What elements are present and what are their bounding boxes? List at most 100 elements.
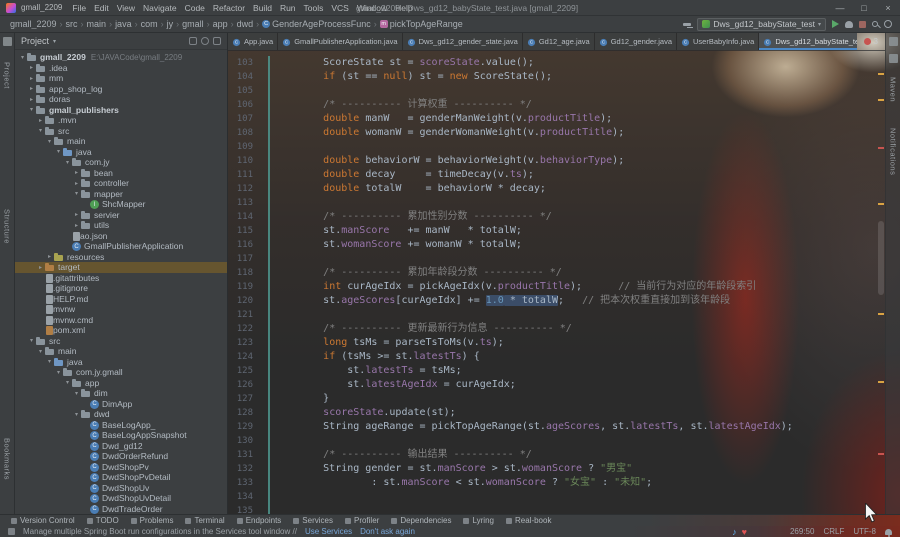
line-number[interactable]: 108	[228, 126, 262, 140]
code-line[interactable]: 114 /* ---------- 累加性别分数 ---------- */	[228, 210, 885, 224]
breadcrumb-item-gmall-2209[interactable]: gmall_2209	[8, 19, 59, 29]
line-number[interactable]: 123	[228, 336, 262, 350]
warning-stripe-mark[interactable]	[878, 73, 884, 75]
code-editor[interactable]: 103 ScoreState st = scoreState.value();1…	[228, 51, 885, 514]
tab-gd12-gender-java[interactable]: Gd12_gender.java	[595, 33, 677, 50]
warning-stripe-mark[interactable]	[878, 381, 884, 383]
code-line[interactable]: 107 double manW = genderManWeight(v.prod…	[228, 112, 885, 126]
tree-item-baselogappsnapshot[interactable]: BaseLogAppSnapshot	[15, 430, 227, 441]
tab-gd12-age-java[interactable]: Gd12_age.java	[523, 33, 595, 50]
locate-icon[interactable]	[189, 37, 197, 45]
line-number[interactable]: 121	[228, 308, 262, 322]
line-number[interactable]: 133	[228, 476, 262, 490]
toolwindow-real-book[interactable]: Real-book	[501, 516, 556, 525]
tree-item-dwd[interactable]: ▾dwd	[15, 409, 227, 420]
tree-item-mapper[interactable]: ▾mapper	[15, 189, 227, 200]
breadcrumb-item-jy[interactable]: jy	[165, 19, 176, 29]
code-line[interactable]: 128 scoreState.update(st);	[228, 406, 885, 420]
line-number[interactable]: 119	[228, 280, 262, 294]
tree-item-main[interactable]: ▾main	[15, 136, 227, 147]
code-line[interactable]: 105	[228, 84, 885, 98]
debug-button[interactable]	[845, 21, 853, 28]
scrollbar-thumb[interactable]	[878, 221, 884, 295]
code-line[interactable]: 133 : st.manScore < st.womanScore ? "女宝"…	[228, 476, 885, 490]
breadcrumb-item-main[interactable]: main	[85, 19, 109, 29]
tree-item-controller[interactable]: ▸controller	[15, 178, 227, 189]
tree-item-doras[interactable]: ▸doras	[15, 94, 227, 105]
line-number[interactable]: 113	[228, 196, 262, 210]
tab-dws-gd12-gender-state-java[interactable]: Dws_gd12_gender_state.java	[403, 33, 523, 50]
menu-build[interactable]: Build	[249, 3, 276, 13]
line-number[interactable]: 128	[228, 406, 262, 420]
code-line[interactable]: 134	[228, 490, 885, 504]
chevron-down-icon[interactable]: ▾	[53, 38, 56, 45]
use-services-link[interactable]: Use Services	[305, 527, 352, 536]
breadcrumb-item-java[interactable]: java	[113, 19, 134, 29]
tree-item--gitattributes[interactable]: .gitattributes	[15, 273, 227, 284]
line-number[interactable]: 130	[228, 434, 262, 448]
line-number[interactable]: 116	[228, 238, 262, 252]
code-line[interactable]: 103 ScoreState st = scoreState.value();	[228, 56, 885, 70]
dont-ask-again-link[interactable]: Don't ask again	[360, 527, 415, 536]
line-number[interactable]: 115	[228, 224, 262, 238]
activity-label-structure[interactable]: Structure	[3, 209, 12, 244]
tree-item-gmallpublisherapplication[interactable]: GmallPublisherApplication	[15, 241, 227, 252]
code-line[interactable]: 127 }	[228, 392, 885, 406]
line-number[interactable]: 124	[228, 350, 262, 364]
line-number[interactable]: 104	[228, 70, 262, 84]
warning-stripe-mark[interactable]	[878, 99, 884, 101]
tree-item-bean[interactable]: ▸bean	[15, 168, 227, 179]
tree-item-mvnw[interactable]: mvnw	[15, 304, 227, 315]
line-number[interactable]: 107	[228, 112, 262, 126]
toolwindow-terminal[interactable]: Terminal	[180, 516, 229, 525]
toolwindow-endpoints[interactable]: Endpoints	[232, 516, 287, 525]
scrollbar[interactable]	[877, 51, 885, 514]
code-line[interactable]: 104 if (st == null) st = new ScoreState(…	[228, 70, 885, 84]
code-line[interactable]: 108 double womanW = genderWomanWeight(v.…	[228, 126, 885, 140]
tree-item-app[interactable]: ▾app	[15, 378, 227, 389]
toolwindow-version-control[interactable]: Version Control	[6, 516, 80, 525]
tree-item-gmall-publishers[interactable]: ▾gmall_publishers	[15, 105, 227, 116]
line-number[interactable]: 110	[228, 154, 262, 168]
line-number[interactable]: 127	[228, 392, 262, 406]
toolwindow-profiler[interactable]: Profiler	[340, 516, 384, 525]
tree-item-mm[interactable]: ▸mm	[15, 73, 227, 84]
code-line[interactable]: 126 st.latestAgeIdx = curAgeIdx;	[228, 378, 885, 392]
toolwindow-services[interactable]: Services	[288, 516, 338, 525]
code-line[interactable]: 135	[228, 504, 885, 514]
menu-run[interactable]: Run	[276, 3, 300, 13]
tree-item-dwdshopuvdetail[interactable]: DwdShopUvDetail	[15, 493, 227, 504]
line-number[interactable]: 105	[228, 84, 262, 98]
heart-icon[interactable]: ♥	[742, 527, 747, 537]
build-icon[interactable]	[683, 23, 691, 26]
tree-item-com-jy-gmall[interactable]: ▾com.jy.gmall	[15, 367, 227, 378]
line-number[interactable]: 135	[228, 504, 262, 514]
menu-tools[interactable]: Tools	[300, 3, 328, 13]
tree-item-dwdtradeorder[interactable]: DwdTradeOrder	[15, 504, 227, 515]
breadcrumb-item-picktopagerange[interactable]: mpickTopAgeRange	[378, 19, 465, 29]
tree-item--gitignore[interactable]: .gitignore	[15, 283, 227, 294]
tree-item-java[interactable]: ▾java	[15, 357, 227, 368]
code-line[interactable]: 122 /* ---------- 更新最新行为信息 ---------- */	[228, 322, 885, 336]
tree-item-src[interactable]: ▾src	[15, 336, 227, 347]
error-stripe-mark[interactable]	[878, 147, 884, 149]
code-line[interactable]: 112 double totalW = behaviorW * decay;	[228, 182, 885, 196]
gear-icon[interactable]	[201, 37, 209, 45]
tree-item-utils[interactable]: ▸utils	[15, 220, 227, 231]
line-number[interactable]: 125	[228, 364, 262, 378]
code-line[interactable]: 116 st.womanScore += womanW * totalW;	[228, 238, 885, 252]
line-number[interactable]: 118	[228, 266, 262, 280]
inspections-widget[interactable]: 3	[857, 33, 885, 50]
tab-gmallpublisherapplication-java[interactable]: GmallPublisherApplication.java	[278, 33, 402, 50]
tree-item-mvnw-cmd[interactable]: mvnw.cmd	[15, 315, 227, 326]
menu-refactor[interactable]: Refactor	[209, 3, 249, 13]
tree-item-pom-xml[interactable]: pom.xml	[15, 325, 227, 336]
tab-userbabyinfo-java[interactable]: UserBabyInfo.java	[677, 33, 759, 50]
line-number[interactable]: 132	[228, 462, 262, 476]
plugin-widgets[interactable]: ♪ ♥	[732, 527, 747, 537]
tree-item-dwd-gd12[interactable]: Dwd_gd12	[15, 441, 227, 452]
tree-item-resources[interactable]: ▸resources	[15, 252, 227, 263]
project-panel-title[interactable]: Project	[21, 36, 49, 46]
toolwindow-todo[interactable]: TODO	[82, 516, 124, 525]
tree-item-src[interactable]: ▾src	[15, 126, 227, 137]
